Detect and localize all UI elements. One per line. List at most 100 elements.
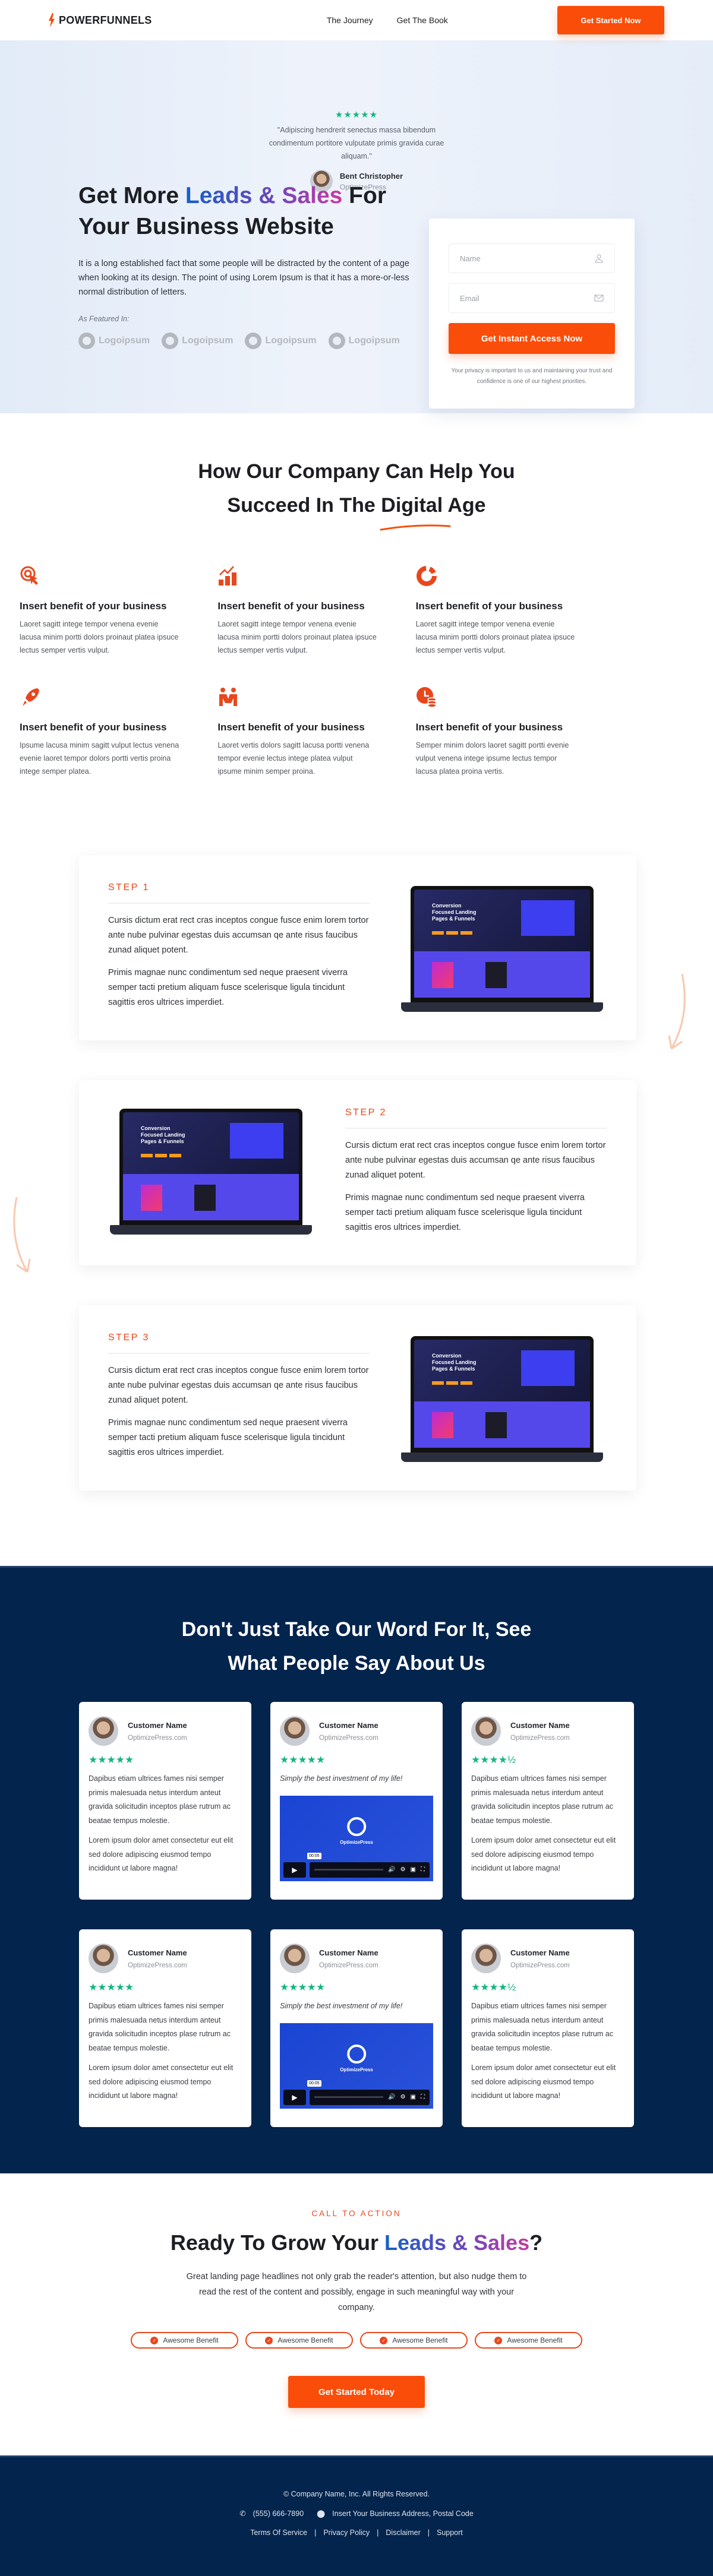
card-header: Customer Name OptimizePress.com <box>89 1944 242 1973</box>
mockup-product <box>194 1185 216 1211</box>
step-card: STEP 1 Cursis dictum erat rect cras ince… <box>79 855 636 1040</box>
play-button[interactable]: ▶ <box>283 2089 306 2105</box>
email-field-wrapper <box>449 283 615 313</box>
pill-label: Awesome Benefit <box>507 2336 563 2344</box>
benefit-pill: ✓ Awesome Benefit <box>131 2332 238 2349</box>
support-link[interactable]: Support <box>437 2528 463 2537</box>
brand-name: POWERFUNNELS <box>59 14 152 26</box>
benefit-pill: ✓ Awesome Benefit <box>245 2332 353 2349</box>
rating-stars: ★★★★★ <box>89 1754 134 1765</box>
rating-stars: ★★★★½ <box>471 1754 516 1765</box>
title-line: Succeed In The <box>227 494 381 517</box>
brand-logo[interactable]: POWERFUNNELS <box>48 13 152 27</box>
fullscreen-icon[interactable]: ⛶ <box>421 2094 425 2100</box>
get-started-today-button[interactable]: Get Started Today <box>288 2376 425 2408</box>
mockup-video <box>521 900 575 936</box>
benefit-title: Insert benefit of your business <box>20 721 167 733</box>
featured-logo: Logoipsum <box>245 333 317 349</box>
envelope-icon <box>594 295 604 302</box>
mockup-headline: Conversion Focused Landing Pages & Funne… <box>141 1125 185 1144</box>
laptop-mockup-image: Conversion Focused Landing Pages & Funne… <box>401 886 603 1012</box>
laptop-mockup-image: Conversion Focused Landing Pages & Funne… <box>401 1336 603 1462</box>
step-paragraph: Cursis dictum erat rect cras inceptos co… <box>345 1141 606 1180</box>
avatar <box>89 1716 118 1746</box>
volume-icon[interactable]: 🔊 <box>388 2094 395 2100</box>
settings-icon[interactable]: ⚙ <box>400 2094 406 2100</box>
volume-icon[interactable]: 🔊 <box>388 1866 395 1873</box>
benefits-title: How Our Company Can Help You Succeed In … <box>0 455 713 531</box>
email-input[interactable] <box>460 293 591 303</box>
benefit-item: Insert benefit of your business Laoret s… <box>20 565 198 686</box>
cta-description: Great landing page headlines not only gr… <box>186 2272 527 2312</box>
contact-row: ✆ (555) 666-7890 ⬤ Insert Your Business … <box>0 2509 713 2518</box>
nav-link-the-journey[interactable]: The Journey <box>327 15 373 25</box>
benefit-item: Insert benefit of your business Laoret s… <box>217 565 396 686</box>
disclaimer-link[interactable]: Disclaimer <box>386 2528 420 2537</box>
testimonial-card: Customer Name OptimizePress.com ★★★★½ Dapib… <box>462 1702 634 1900</box>
title-highlight: Digital Age <box>381 494 486 517</box>
testimonial-text: Dapibus etiam ultrices fames nisi semper… <box>89 1774 231 1825</box>
logo-text: Logoipsum <box>265 336 317 346</box>
terms-link[interactable]: Terms Of Service <box>250 2528 307 2537</box>
team-icon <box>219 688 238 706</box>
avatar <box>471 1716 501 1746</box>
video-player[interactable]: OptimizePress ▶ 00:05 🔊 ⚙ ▣ ⛶ <box>280 2023 433 2109</box>
headline-highlight: Leads & Sales <box>185 183 343 208</box>
testimonials-section: Don't Just Take Our Word For It, See Wha… <box>0 1566 713 2173</box>
video-control-bar: 00:05 🔊 ⚙ ▣ ⛶ <box>307 1852 430 1878</box>
nav-link-get-the-book[interactable]: Get The Book <box>397 15 448 25</box>
time-money-icon <box>416 687 437 708</box>
rating-stars: ★★★★★ <box>280 1754 326 1765</box>
title-text: Ready To Grow Your <box>170 2230 384 2255</box>
divider: | <box>377 2528 379 2537</box>
benefit-title: Insert benefit of your business <box>415 721 563 733</box>
card-header: Customer Name OptimizePress.com <box>471 1944 624 1973</box>
footer-links: Terms Of Service | Privacy Policy | Discla… <box>0 2528 713 2537</box>
testimonial-card: Customer Name OptimizePress.com ★★★★★ Dapib… <box>79 1702 251 1900</box>
card-header: Customer Name OptimizePress.com <box>471 1716 624 1746</box>
video-player[interactable]: OptimizePress ▶ 00:05 🔊 ⚙ ▣ ⛶ <box>280 1795 433 1881</box>
name-field-wrapper <box>449 243 615 273</box>
fullscreen-icon[interactable]: ⛶ <box>421 1866 425 1873</box>
phone-link[interactable]: (555) 666-7890 <box>253 2509 304 2518</box>
step-text: STEP 1 Cursis dictum erat rect cras ince… <box>108 882 370 1010</box>
testimonial-text: Lorem ipsum dolor amet consectetur eut e… <box>471 1836 616 1872</box>
mockup-buttons <box>432 931 444 935</box>
step-text: STEP 2 Cursis dictum erat rect cras ince… <box>345 1107 607 1235</box>
settings-icon[interactable]: ⚙ <box>400 1866 406 1873</box>
underlined-phrase: Digital Age <box>380 489 486 531</box>
title-line: What People Say About Us <box>228 1652 485 1675</box>
name-input[interactable] <box>460 254 591 263</box>
avatar <box>280 1716 310 1746</box>
divider: | <box>427 2528 430 2537</box>
mockup-video <box>230 1123 283 1159</box>
pip-icon[interactable]: ▣ <box>411 1866 416 1873</box>
logo-mark-icon <box>162 333 179 349</box>
pip-icon[interactable]: ▣ <box>411 2094 416 2100</box>
pill-label: Awesome Benefit <box>163 2336 219 2344</box>
benefit-text: Laoret sagitt intege tempor venena eveni… <box>217 620 377 654</box>
benefit-title: Insert benefit of your business <box>217 600 365 612</box>
play-button[interactable]: ▶ <box>283 1862 306 1878</box>
user-icon <box>595 254 603 263</box>
get-instant-access-button[interactable]: Get Instant Access Now <box>449 323 615 354</box>
check-circle-icon: ✓ <box>380 2336 388 2344</box>
customer-company: OptimizePress.com <box>319 1734 378 1742</box>
title-line: How Our Company Can Help You <box>198 460 515 483</box>
privacy-note: Your privacy is important to us and main… <box>451 368 613 385</box>
logo-text: Logoipsum <box>99 336 150 346</box>
check-circle-icon: ✓ <box>494 2336 503 2344</box>
featured-label: As Featured In: <box>78 315 130 323</box>
mockup-buttons <box>432 1381 444 1385</box>
check-circle-icon: ✓ <box>150 2336 159 2344</box>
progress-track[interactable] <box>314 2096 384 2098</box>
step-paragraph: Cursis dictum erat rect cras inceptos co… <box>108 916 369 955</box>
title-text: ? <box>529 2230 543 2255</box>
header-get-started-button[interactable]: Get Started Now <box>557 6 664 34</box>
progress-track[interactable] <box>314 1869 384 1871</box>
step-label: STEP 3 <box>108 1333 370 1354</box>
rocket-logo-icon <box>346 1817 366 1836</box>
logo-text: Logoipsum <box>182 336 234 346</box>
rocket-icon <box>23 688 39 706</box>
privacy-link[interactable]: Privacy Policy <box>323 2528 370 2537</box>
